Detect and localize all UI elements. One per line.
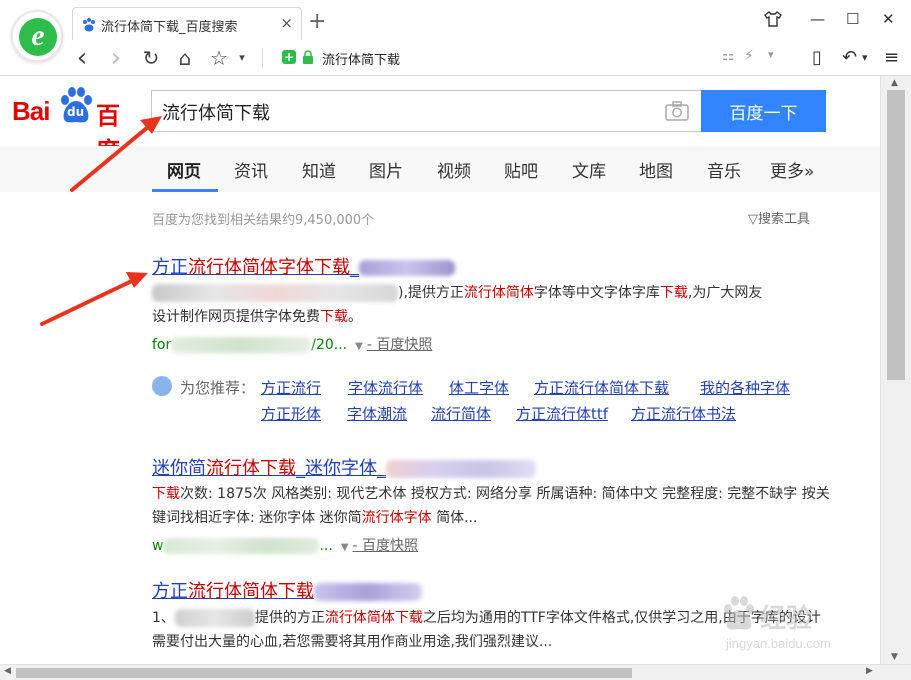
undo-icon[interactable]: ↶ bbox=[842, 46, 857, 70]
recommend-label: 为您推荐： bbox=[180, 379, 256, 397]
tab-news[interactable]: 资讯 bbox=[234, 157, 268, 182]
recommend-link[interactable]: 方正流行体书法 bbox=[631, 403, 736, 424]
result-url-1[interactable]: for/20... ▼ - 百度快照 bbox=[152, 334, 432, 354]
search-input[interactable] bbox=[162, 97, 652, 127]
close-window-button[interactable]: ✕ bbox=[882, 8, 895, 30]
jingyan-watermark: 经验 jingyan.baidu.com bbox=[720, 596, 870, 660]
recommend-link[interactable]: 流行简体 bbox=[431, 403, 491, 424]
annotation-arrowhead bbox=[126, 272, 148, 288]
back-button[interactable]: ‹ bbox=[72, 45, 92, 71]
recommend-link[interactable]: 字体流行体 bbox=[348, 377, 423, 398]
browser-tab[interactable]: 流行体简下载_百度搜索 × bbox=[72, 7, 302, 40]
snapshot-link[interactable]: - 百度快照 bbox=[353, 538, 419, 554]
new-tab-button[interactable]: + bbox=[308, 9, 326, 35]
active-tab-indicator bbox=[152, 189, 218, 192]
favorite-star-icon[interactable]: ☆ bbox=[208, 46, 230, 70]
tab-web[interactable]: 网页 bbox=[167, 157, 201, 182]
blurred-text bbox=[386, 460, 536, 478]
vertical-scrollbar[interactable]: ▲ ▼ bbox=[880, 76, 911, 664]
result-count: 百度为您找到相关结果约9,450,000个 bbox=[152, 213, 375, 228]
vertical-scroll-thumb[interactable] bbox=[887, 90, 905, 380]
tab-close-icon[interactable]: × bbox=[280, 14, 293, 32]
recommend-link[interactable]: 方正流行体简体下载 bbox=[534, 377, 669, 398]
url-dropdown-icon[interactable]: ▼ bbox=[341, 542, 349, 553]
snapshot-link[interactable]: - 百度快照 bbox=[367, 337, 433, 353]
tab-map[interactable]: 地图 bbox=[639, 157, 673, 182]
lock-icon bbox=[303, 50, 313, 64]
blurred-text bbox=[152, 284, 398, 302]
recommend-link[interactable]: 字体潮流 bbox=[347, 403, 407, 424]
tab-zhidao[interactable]: 知道 bbox=[302, 157, 336, 182]
recommend-link[interactable]: 方正形体 bbox=[261, 403, 321, 424]
qr-code-icon[interactable]: ⚏ bbox=[722, 48, 735, 64]
blurred-text bbox=[163, 538, 320, 554]
tab-title: 流行体简下载_百度搜索 bbox=[101, 20, 238, 35]
annotation-arrow-result bbox=[40, 276, 140, 326]
scroll-up-icon[interactable]: ▲ bbox=[891, 78, 898, 88]
horizontal-scroll-thumb[interactable] bbox=[16, 668, 632, 678]
address-bar-text[interactable]: 流行体简下载 bbox=[322, 49, 400, 68]
lightning-icon[interactable]: ⚡ bbox=[744, 48, 754, 64]
url-dropdown-icon[interactable]: ▼ bbox=[355, 341, 363, 352]
undo-dropdown-icon[interactable]: ▾ bbox=[862, 46, 868, 70]
tab-music[interactable]: 音乐 bbox=[707, 157, 741, 182]
recommend-link[interactable]: 方正流行 bbox=[261, 377, 321, 398]
result-desc-1: ),提供方正流行体简体字体等中文字体字库下载,为广大网友 设计制作网页提供字体免费… bbox=[152, 284, 763, 325]
browser-logo-icon[interactable]: e bbox=[11, 10, 63, 62]
result-title-3[interactable]: 方正流行体简体下载 bbox=[152, 577, 422, 603]
scroll-right-icon[interactable]: ▶ bbox=[866, 666, 873, 676]
recommend-link[interactable]: 方正流行体ttf bbox=[516, 403, 608, 424]
blurred-text bbox=[171, 337, 312, 353]
security-shield-icon[interactable]: + bbox=[282, 50, 296, 64]
search-box bbox=[151, 90, 701, 132]
paw-recommend-icon bbox=[152, 376, 172, 396]
recommend-link[interactable]: 我的各种字体 bbox=[700, 377, 790, 398]
paw-watermark-icon bbox=[724, 596, 754, 630]
menu-icon[interactable]: ≡ bbox=[884, 46, 899, 70]
search-button[interactable]: 百度一下 bbox=[701, 90, 826, 132]
recommend-link[interactable]: 体工字体 bbox=[449, 377, 509, 398]
result-desc-2: 下载次数: 1875次 风格类别: 现代艺术体 授权方式: 网络分享 所属语种:… bbox=[152, 486, 830, 526]
baidu-paw-icon bbox=[83, 18, 95, 32]
address-dropdown-icon[interactable]: ▾ bbox=[768, 48, 774, 61]
result-url-2[interactable]: w... ▼ - 百度快照 bbox=[152, 535, 418, 555]
scroll-down-icon[interactable]: ▼ bbox=[891, 652, 898, 662]
search-tools-button[interactable]: ▽搜索工具 bbox=[748, 208, 810, 227]
address-divider bbox=[262, 48, 263, 68]
forward-button[interactable]: › bbox=[106, 45, 126, 71]
maximize-button[interactable]: ☐ bbox=[846, 8, 859, 30]
minimize-button[interactable]: — bbox=[810, 8, 825, 30]
tab-video[interactable]: 视频 bbox=[437, 157, 471, 182]
result-title-1[interactable]: 方正流行体简体字体下载_ bbox=[152, 253, 455, 279]
home-button[interactable]: ⌂ bbox=[174, 46, 196, 70]
reload-button[interactable]: ↻ bbox=[140, 46, 162, 70]
tab-images[interactable]: 图片 bbox=[369, 157, 403, 182]
reading-mode-icon[interactable]: ▯ bbox=[812, 46, 822, 70]
blurred-text bbox=[174, 609, 255, 627]
blurred-text bbox=[314, 583, 422, 601]
baidu-logo[interactable]: Bai du 百度 bbox=[12, 86, 142, 165]
result-title-2[interactable]: 迷你简流行体下载_迷你字体_ bbox=[152, 454, 536, 480]
camera-icon[interactable] bbox=[665, 101, 689, 121]
tab-tieba[interactable]: 贴吧 bbox=[504, 157, 538, 182]
tab-more[interactable]: 更多» bbox=[770, 157, 814, 182]
scroll-left-icon[interactable]: ◀ bbox=[4, 666, 11, 676]
blurred-text bbox=[359, 260, 455, 276]
shirt-skin-icon[interactable] bbox=[764, 10, 782, 28]
horizontal-scrollbar[interactable]: ◀ ▶ bbox=[0, 664, 911, 680]
favorite-dropdown-icon[interactable]: ▾ bbox=[236, 46, 248, 70]
tab-wenku[interactable]: 文库 bbox=[572, 157, 606, 182]
browser-chrome: e 流行体简下载_百度搜索 × + — ☐ ✕ ‹ › ↻ ⌂ ☆ ▾ + 流行… bbox=[0, 0, 911, 76]
